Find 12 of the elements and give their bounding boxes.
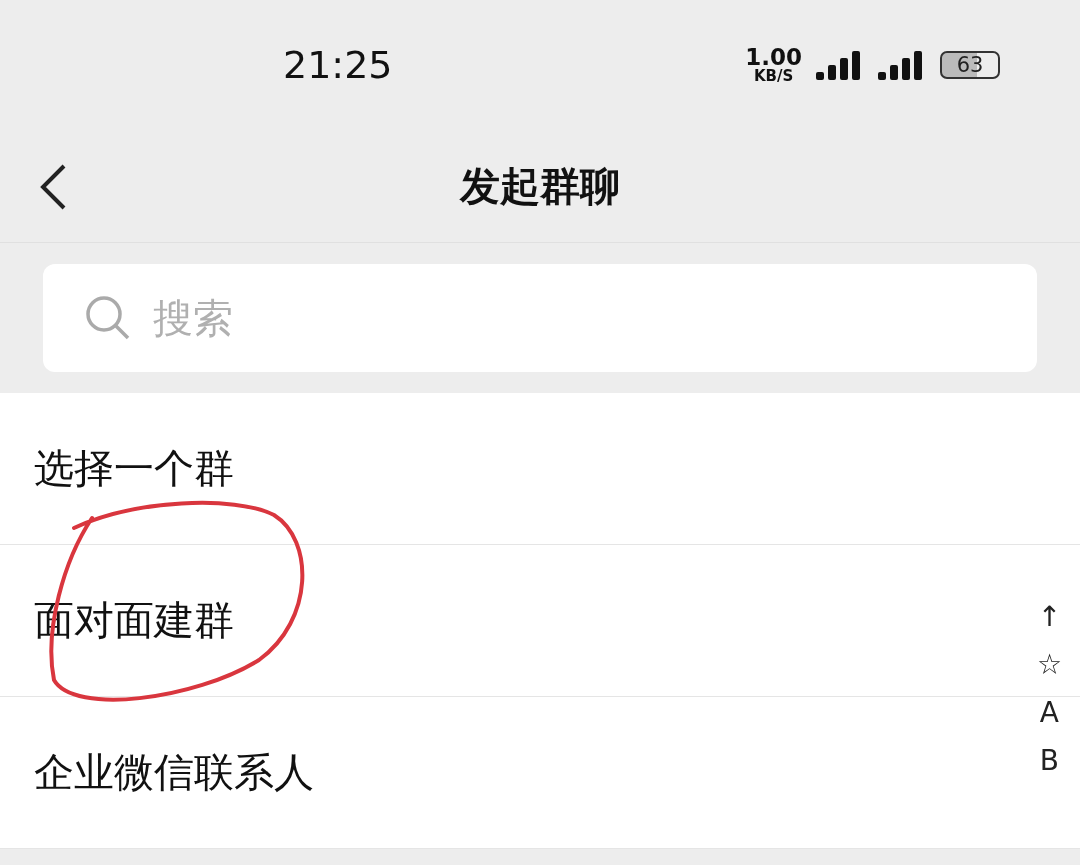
- index-letter[interactable]: ☆: [1036, 646, 1062, 684]
- back-icon[interactable]: [38, 163, 68, 211]
- status-time: 21:25: [283, 43, 393, 87]
- index-letter[interactable]: ↑: [1037, 598, 1062, 636]
- index-letter[interactable]: B: [1039, 742, 1060, 780]
- page-title: 发起群聊: [460, 161, 620, 211]
- index-letter[interactable]: A: [1039, 694, 1059, 732]
- search-icon: [85, 295, 131, 341]
- battery-level: 63: [940, 51, 1000, 79]
- network-speed: 1.00: [745, 46, 802, 69]
- network-speed-unit: KB/S: [753, 69, 794, 84]
- menu-item[interactable]: 选择一个群: [0, 393, 1080, 545]
